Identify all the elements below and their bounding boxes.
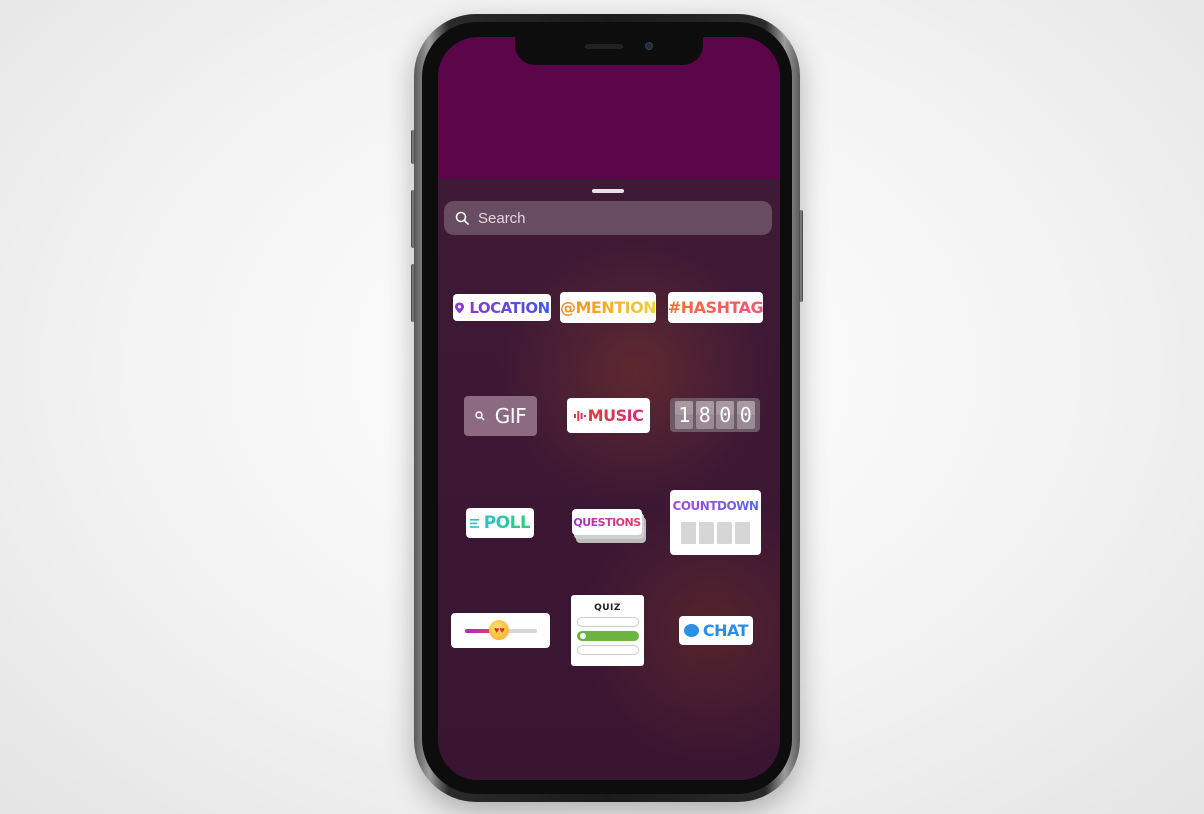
location-sticker-label: LOCATION <box>469 298 550 317</box>
quiz-sticker[interactable]: QUIZ <box>571 595 644 666</box>
countdown-boxes <box>681 522 750 544</box>
location-sticker[interactable]: LOCATION <box>453 294 551 321</box>
mention-sticker[interactable]: @MENTION <box>559 292 657 323</box>
hashtag-sticker-label: #HASHTAG <box>667 298 764 317</box>
mention-sticker-label: @MENTION <box>559 298 657 317</box>
countdown-box <box>699 522 714 544</box>
sticker-sheet <box>438 179 780 780</box>
countdown-box <box>717 522 732 544</box>
chat-bubble-icon <box>683 624 699 637</box>
magnifier-icon <box>475 411 485 421</box>
earpiece-speaker <box>585 44 623 49</box>
countdown-sticker-label: COUNTDOWN <box>672 499 759 513</box>
questions-sticker[interactable]: QUESTIONS <box>572 509 642 535</box>
time-digit: 0 <box>736 401 755 429</box>
hashtag-sticker[interactable]: #HASHTAG <box>667 292 764 323</box>
emoji-slider-sticker[interactable]: ♥♥ <box>451 613 550 648</box>
poll-sticker-label: POLL <box>483 513 531 533</box>
quiz-sticker-label: QUIZ <box>594 603 621 613</box>
chat-sticker[interactable]: CHAT <box>679 616 753 645</box>
countdown-sticker[interactable]: COUNTDOWN <box>670 490 761 555</box>
search-input[interactable] <box>476 208 760 228</box>
gif-sticker-label: GIF <box>494 404 527 428</box>
heart-eyes-emoji-icon: ♥♥ <box>489 620 510 640</box>
gif-sticker[interactable]: GIF <box>464 396 537 436</box>
chat-sticker-label: CHAT <box>702 621 749 640</box>
front-camera <box>645 42 653 50</box>
location-pin-icon <box>455 302 465 313</box>
quiz-option-correct <box>576 631 639 641</box>
sheet-drag-handle[interactable] <box>592 189 624 193</box>
countdown-box <box>735 522 750 544</box>
countdown-box <box>681 522 696 544</box>
volume-down-button <box>411 264 415 322</box>
questions-sticker-label: QUESTIONS <box>573 515 641 529</box>
music-bars-icon <box>573 410 586 421</box>
music-sticker-label: MUSIC <box>587 406 644 425</box>
music-sticker[interactable]: MUSIC <box>567 398 650 433</box>
time-digit: 8 <box>695 401 714 429</box>
search-icon <box>455 211 469 225</box>
poll-sticker[interactable]: POLL <box>466 508 534 538</box>
silent-switch <box>411 130 415 164</box>
search-bar[interactable] <box>444 201 772 235</box>
time-sticker[interactable]: 1 8 0 0 <box>670 398 760 432</box>
check-icon <box>579 633 586 639</box>
quiz-option <box>576 645 639 655</box>
volume-up-button <box>411 190 415 248</box>
quiz-option <box>576 617 639 627</box>
time-digit: 0 <box>716 401 735 429</box>
power-button <box>799 210 803 302</box>
notch <box>515 37 703 65</box>
time-digit: 1 <box>675 401 694 429</box>
poll-lines-icon <box>469 518 479 528</box>
